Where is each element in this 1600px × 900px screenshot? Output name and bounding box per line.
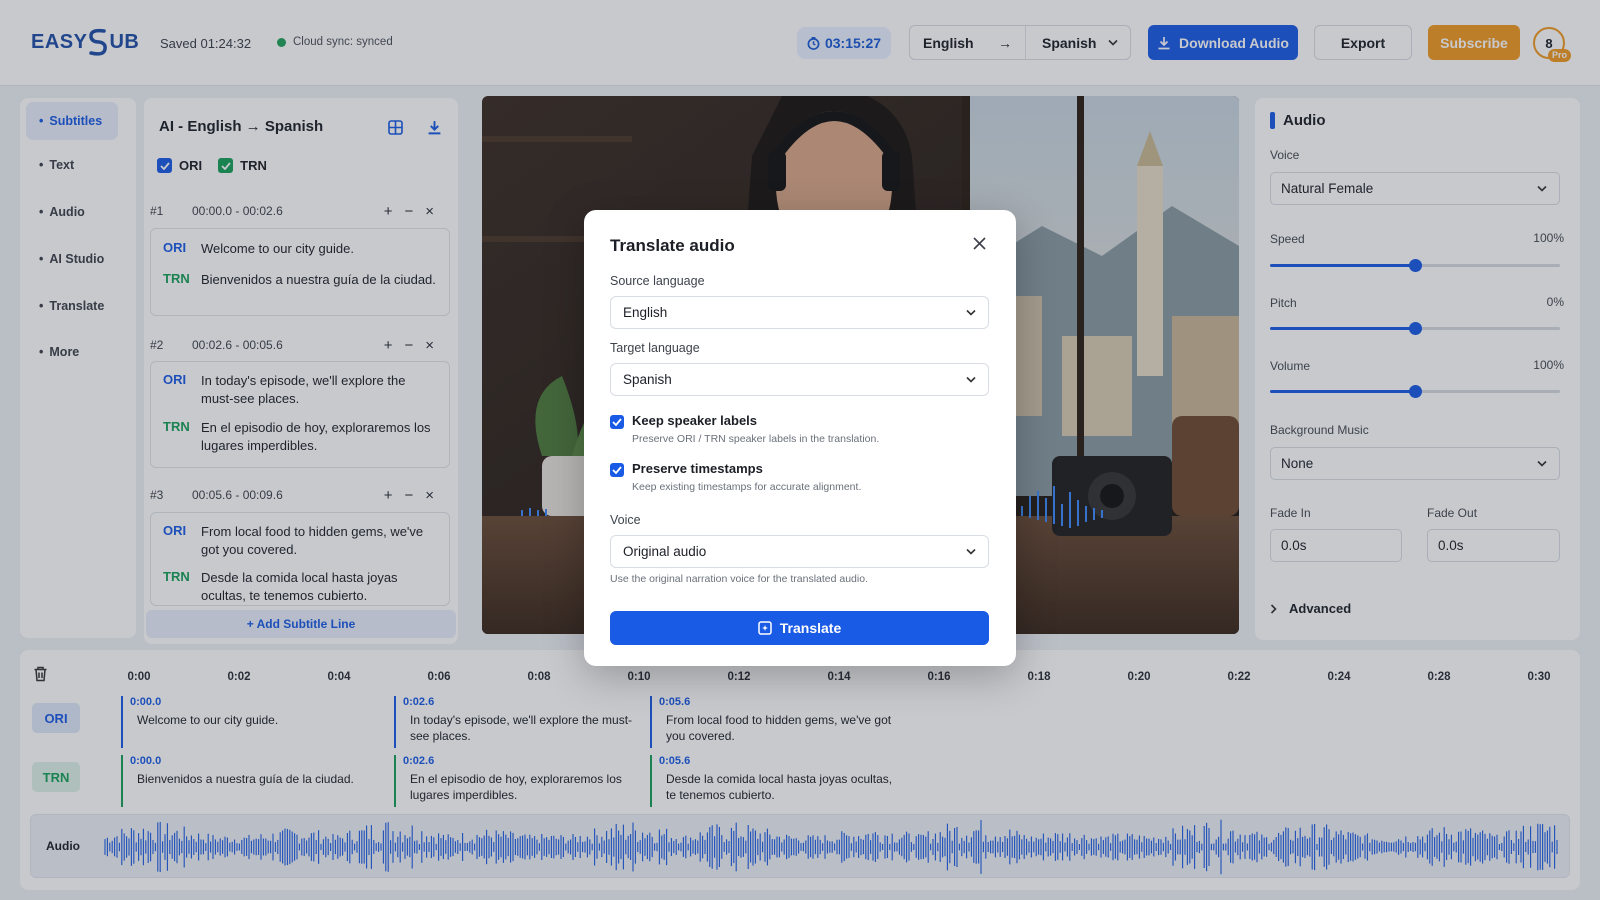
chevron-down-icon [966,376,976,383]
target-language-dropdown[interactable]: Spanish [610,363,989,396]
translate-icon [758,621,772,635]
translate-audio-dialog: Translate audio Source language English … [584,210,1016,666]
voice-dropdown[interactable]: Original audio [610,535,989,568]
dialog-title: Translate audio [610,236,735,255]
checkbox-checked-icon [610,415,624,429]
preserve-timestamps-checkbox[interactable]: Preserve timestamps Keep existing timest… [610,461,861,493]
close-icon[interactable] [972,236,987,251]
chevron-down-icon [966,548,976,555]
keep-speaker-labels-checkbox[interactable]: Keep speaker labels Preserve ORI / TRN s… [610,413,879,445]
chevron-down-icon [966,309,976,316]
translate-button[interactable]: Translate [610,611,989,645]
voice-hint: Use the original narration voice for the… [610,573,868,585]
checkbox-checked-icon [610,463,624,477]
source-language-dropdown[interactable]: English [610,296,989,329]
